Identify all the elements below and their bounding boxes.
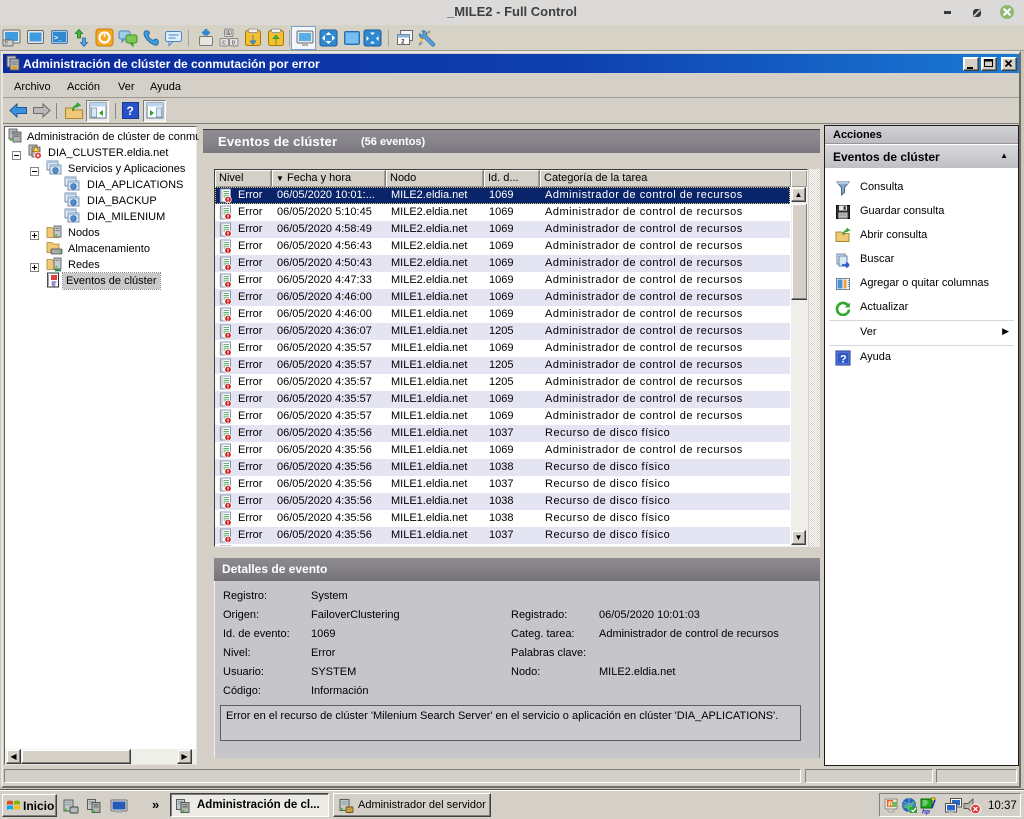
svg-text:>_: >_ [54, 35, 62, 42]
svg-text:A: A [227, 31, 231, 37]
svg-text:⠿: ⠿ [5, 41, 9, 47]
svg-text:?: ? [127, 104, 134, 118]
svg-text:hp: hp [922, 809, 930, 816]
svg-text:¿: ¿ [52, 282, 56, 288]
svg-text:?: ? [840, 354, 847, 366]
svg-text:2: 2 [401, 39, 405, 46]
svg-text:D: D [232, 41, 236, 47]
svg-text:C: C [222, 41, 226, 47]
